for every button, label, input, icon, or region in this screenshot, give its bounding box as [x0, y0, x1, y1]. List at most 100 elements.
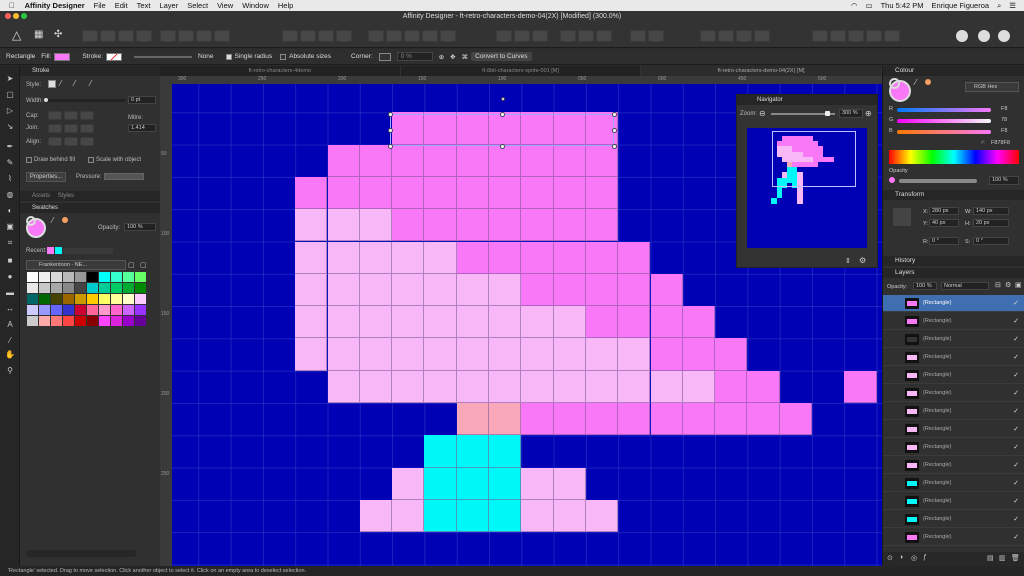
pixel-block[interactable] — [456, 403, 489, 436]
selection-bounds[interactable] — [390, 114, 614, 146]
pixel-block[interactable] — [456, 370, 489, 403]
corner-type-dropdown[interactable] — [378, 52, 391, 61]
pixel-block[interactable] — [392, 144, 425, 177]
view-mode-button-1[interactable] — [812, 30, 828, 42]
pixel-block[interactable] — [682, 306, 716, 339]
swatch-45[interactable] — [87, 316, 98, 326]
pixel-block[interactable] — [715, 338, 748, 371]
colour-spectrum[interactable] — [889, 150, 1019, 164]
pixel-block[interactable] — [424, 144, 457, 177]
pixel-block[interactable] — [585, 273, 619, 307]
layer-visibility-checkbox[interactable]: ✓ — [1013, 335, 1019, 343]
snapping-magnet-button[interactable] — [754, 30, 770, 42]
handle-bottom-right[interactable] — [612, 144, 617, 149]
pixel-block[interactable] — [392, 273, 425, 307]
toolbar-btn-6[interactable] — [178, 30, 194, 42]
g-slider[interactable] — [897, 119, 991, 123]
add-layer-icon[interactable]: ▤ — [987, 554, 994, 562]
wifi-icon[interactable]: ◠ — [851, 1, 858, 10]
swatch-22[interactable] — [51, 294, 62, 304]
palette-add-icon[interactable]: ▢ — [128, 261, 136, 269]
pixel-block[interactable] — [424, 499, 457, 533]
shape-tool-icon[interactable]: ↔ — [4, 304, 16, 314]
swatch-30[interactable] — [27, 305, 38, 315]
swatch-14[interactable] — [75, 283, 86, 293]
layer-fx-icon[interactable]: ƒ — [923, 554, 927, 561]
move-tool-icon[interactable]: ➤ — [4, 74, 16, 84]
pixel-block[interactable] — [392, 209, 425, 242]
pixel-block[interactable] — [779, 403, 812, 436]
pixel-block[interactable] — [456, 176, 489, 210]
toolbar-btn-4[interactable] — [136, 30, 152, 42]
pixel-block[interactable] — [618, 338, 651, 371]
fill-swatch[interactable] — [54, 52, 71, 61]
w-field[interactable]: 140 px — [973, 207, 1009, 215]
pixel-block[interactable] — [682, 338, 716, 371]
stroke-color-well[interactable] — [26, 216, 36, 226]
swatch-4[interactable] — [75, 272, 86, 282]
text-tool-icon[interactable]: A — [4, 320, 16, 330]
rounded-rect-tool-icon[interactable]: ▬ — [4, 288, 16, 298]
palette-options-icon[interactable]: ▢ — [140, 261, 148, 269]
minimize-window-button[interactable] — [12, 13, 19, 19]
swatch-19[interactable] — [135, 283, 146, 293]
tab-8bit-characters-sprite[interactable]: ft-8bit-characters-sprite-001 [M] — [401, 66, 642, 76]
view-mode-button-5[interactable] — [884, 30, 900, 42]
swatch-49[interactable] — [135, 316, 146, 326]
anchor-selector[interactable] — [893, 208, 911, 226]
layers-opacity-field[interactable]: 100 % — [913, 282, 937, 290]
b-value[interactable]: F8 — [1001, 128, 1007, 134]
handle-middle-right[interactable] — [612, 128, 617, 133]
menubar-clock[interactable]: Thu 5:42 PM — [881, 1, 924, 10]
swatch-6[interactable] — [99, 272, 110, 282]
swatch-37[interactable] — [111, 305, 122, 315]
layer-visibility-icon[interactable]: ▣ — [1015, 281, 1022, 289]
join-bevel-button[interactable] — [80, 124, 94, 133]
swatch-33[interactable] — [63, 305, 74, 315]
align-right-button[interactable] — [532, 30, 548, 42]
swatch-26[interactable] — [99, 294, 110, 304]
r-slider[interactable] — [897, 108, 991, 112]
align-top-button[interactable] — [560, 30, 576, 42]
mitre-field[interactable]: 1.414 — [128, 124, 156, 132]
pixel-block[interactable] — [553, 403, 586, 436]
pixel-block[interactable] — [327, 370, 360, 403]
recent-swatch-pink[interactable] — [47, 247, 54, 254]
vector-brush-tool-icon[interactable]: ⌇ — [4, 174, 16, 184]
swatch-29[interactable] — [135, 294, 146, 304]
pixel-block[interactable] — [585, 241, 619, 274]
navigator-settings-icon[interactable]: ⚙ — [859, 256, 866, 265]
pixel-block[interactable] — [682, 370, 716, 403]
stroke-width-track[interactable] — [44, 98, 126, 102]
swatch-40[interactable] — [27, 316, 38, 326]
menu-view[interactable]: View — [217, 1, 233, 10]
cap-butt-button[interactable] — [48, 111, 62, 120]
pixel-block[interactable] — [521, 306, 554, 339]
blend-mode-dropdown[interactable]: Normal — [941, 282, 989, 290]
align-bottom-button[interactable] — [596, 30, 612, 42]
ellipse-tool-icon[interactable]: ● — [4, 272, 16, 282]
pixel-block[interactable] — [456, 338, 489, 371]
pixel-block[interactable] — [585, 403, 619, 436]
navigator-dropdown-icon[interactable]: ⇕ — [845, 257, 851, 265]
swatch-41[interactable] — [39, 316, 50, 326]
align-middle-button[interactable] — [578, 30, 594, 42]
swatch-5[interactable] — [87, 272, 98, 282]
layer-visibility-checkbox[interactable]: ✓ — [1013, 425, 1019, 433]
pixel-block[interactable] — [650, 338, 683, 371]
pixel-block[interactable] — [650, 403, 683, 436]
color-dot-icon[interactable] — [62, 217, 68, 223]
tab-retro-characters-demo-04[interactable]: ft-retro-characters-demo-04(2X) [M] — [641, 66, 883, 76]
boolean-intersect-button[interactable] — [404, 30, 420, 42]
swatch-38[interactable] — [123, 305, 134, 315]
arrange-forward-button[interactable] — [318, 30, 334, 42]
align-outside-button[interactable] — [80, 137, 94, 146]
g-value[interactable]: 78 — [1001, 117, 1007, 123]
swatch-18[interactable] — [123, 283, 134, 293]
pixel-block[interactable] — [618, 403, 651, 436]
pixel-block[interactable] — [392, 241, 425, 274]
pixel-block[interactable] — [489, 435, 522, 468]
stroke-width-slider[interactable] — [133, 55, 192, 58]
swatch-23[interactable] — [63, 294, 74, 304]
pixel-block[interactable] — [295, 306, 328, 339]
